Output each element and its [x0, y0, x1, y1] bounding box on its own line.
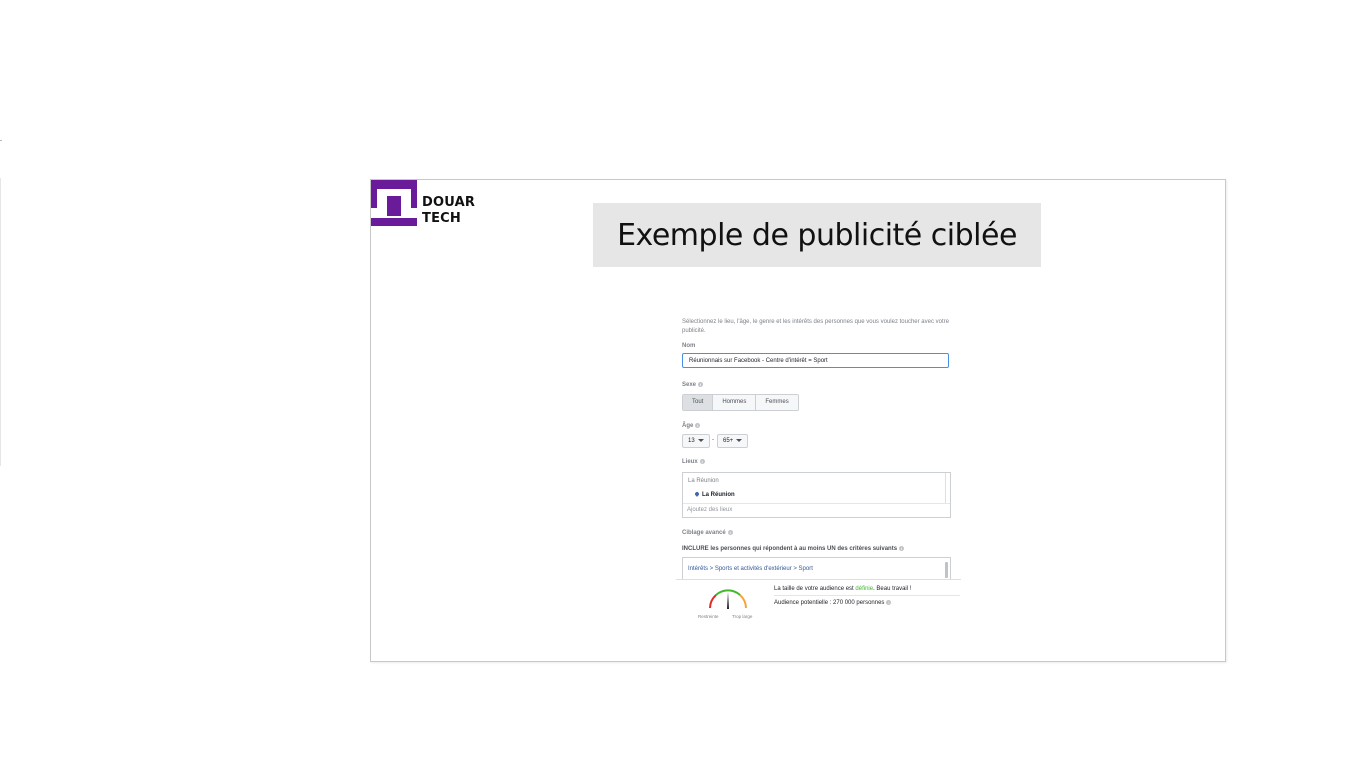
chevron-down-icon: [736, 438, 743, 442]
gender-label: Sexe i: [682, 382, 704, 389]
audience-text-divider: [774, 595, 960, 596]
include-criteria-text: INCLURE les personnes qui répondent à au…: [682, 546, 905, 553]
advanced-targeting-label-text: Ciblage avancé: [682, 530, 726, 537]
include-criteria-label: INCLURE les personnes qui répondent à au…: [682, 546, 898, 553]
add-locations-input[interactable]: Ajoutez des lieux: [687, 507, 732, 513]
locations-divider: [683, 503, 950, 504]
audience-definition-prefix: La taille de votre audience est: [774, 586, 856, 592]
info-icon[interactable]: i: [699, 459, 705, 464]
edge-mark-left: [0, 178, 1, 466]
age-min-value: 13: [688, 438, 695, 444]
age-label-text: Âge: [682, 423, 694, 430]
location-group-title: La Réunion: [688, 478, 719, 484]
info-icon[interactable]: i: [727, 530, 733, 535]
audience-definition-text: La taille de votre audience est définie.…: [774, 586, 911, 592]
locations-box: La Réunion La Réunion Ajoutez des lieux: [682, 472, 951, 518]
locations-scrollbar[interactable]: [945, 473, 946, 503]
info-icon[interactable]: i: [899, 546, 905, 551]
info-icon[interactable]: i: [886, 600, 892, 605]
location-item[interactable]: La Réunion: [694, 491, 735, 498]
slide-title-box: Exemple de publicité ciblée: [593, 203, 1041, 267]
audience-gauge-icon: Restreinte Trop large: [698, 589, 753, 619]
potential-audience-text: Audience potentielle : 270 000 personnes…: [774, 600, 892, 607]
slide: DOUAR TECH Exemple de publicité ciblée S…: [370, 179, 1226, 662]
audience-status: définie: [855, 586, 874, 592]
slide-title: Exemple de publicité ciblée: [617, 217, 1017, 253]
age-max-value: 65+: [723, 438, 734, 444]
locations-label: Lieux i: [682, 459, 705, 465]
interests-scrollbar[interactable]: [945, 562, 948, 578]
advanced-targeting-label: Ciblage avancé i: [682, 530, 733, 536]
gender-label-text: Sexe: [682, 382, 697, 389]
gender-option-men[interactable]: Hommes: [713, 395, 757, 410]
locations-label-text: Lieux: [682, 459, 698, 466]
gauge-low-label: Restreinte: [698, 614, 719, 619]
interest-path-link[interactable]: Intérêts > Sports et activités d'extérie…: [688, 566, 813, 572]
logo-line-1: DOUAR: [422, 195, 476, 210]
age-separator: -: [712, 437, 714, 443]
interests-box: Intérêts > Sports et activités d'extérie…: [682, 557, 951, 579]
logo-text: DOUAR TECH: [422, 195, 475, 227]
info-icon[interactable]: i: [695, 423, 701, 428]
gauge-high-label: Trop large: [732, 614, 753, 619]
gender-selector: Tout Hommes Femmes: [682, 394, 799, 411]
edge-mark-top: [0, 140, 2, 141]
gender-option-women[interactable]: Femmes: [756, 395, 798, 410]
map-pin-icon: [694, 491, 700, 498]
age-min-select[interactable]: 13: [682, 434, 710, 448]
potential-audience-value: Audience potentielle : 270 000 personnes: [774, 600, 885, 607]
gender-option-all[interactable]: Tout: [683, 395, 714, 410]
chevron-down-icon: [697, 438, 704, 442]
douar-tech-logo-icon: [371, 180, 417, 226]
audience-name-input[interactable]: Réunionnais sur Facebook - Centre d'inté…: [682, 353, 949, 368]
name-label: Nom: [682, 343, 696, 349]
age-max-select[interactable]: 65+: [717, 434, 749, 448]
age-label: Âge i: [682, 423, 701, 430]
info-icon[interactable]: i: [698, 382, 704, 387]
logo-line-2: TECH: [422, 211, 461, 226]
intro-text: Sélectionnez le lieu, l'âge, le genre et…: [682, 319, 949, 334]
audience-definition-suffix: . Beau travail !: [873, 586, 912, 592]
audience-divider: [676, 579, 961, 580]
location-item-label: La Réunion: [702, 492, 735, 498]
